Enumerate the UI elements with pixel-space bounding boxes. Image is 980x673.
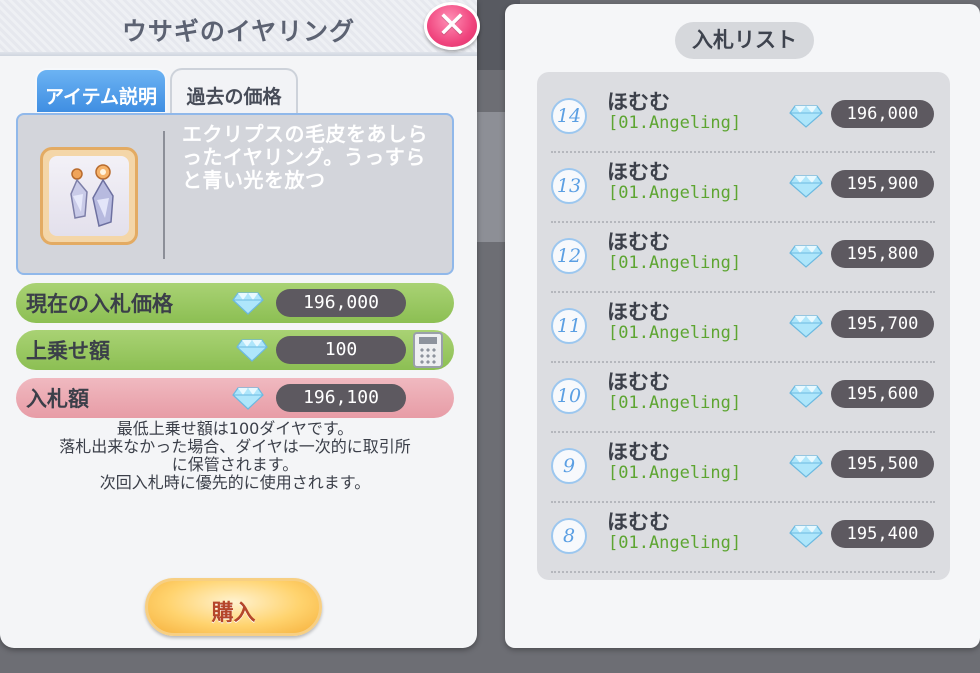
increment-value[interactable]: 100 — [276, 336, 406, 364]
bidder-guild: [01.Angeling] — [608, 533, 742, 553]
bidder-guild: [01.Angeling] — [608, 183, 742, 203]
bid-list-item: 14 ほむむ [01.Angeling] 196,000 — [537, 82, 950, 153]
row-divider — [551, 571, 935, 573]
description-divider — [163, 131, 165, 259]
diamond-icon — [232, 387, 264, 410]
buy-button[interactable]: 購入 — [145, 578, 322, 636]
bidder-name: ほむむ — [607, 300, 670, 324]
bid-list-item: 12 ほむむ [01.Angeling] 195,800 — [537, 222, 950, 293]
dialog-title: ウサギのイヤリング — [121, 17, 356, 46]
tab-past-prices[interactable]: 過去の価格 — [170, 68, 298, 114]
increment-label: 上乗せ額 — [26, 339, 110, 363]
bidder-guild: [01.Angeling] — [608, 463, 742, 483]
diamond-icon — [789, 105, 823, 128]
bidder-name: ほむむ — [607, 90, 670, 114]
tab-item-description[interactable]: アイテム説明 — [35, 68, 167, 114]
item-dialog: ウサギのイヤリング アイテム説明 過去の価格 エクリプスの毛皮をあしらったイヤリ… — [0, 0, 477, 648]
item-description-box: エクリプスの毛皮をあしらったイヤリング。うっすらと青い光を放つ — [16, 113, 454, 275]
bid-rank-badge: 10 — [551, 378, 587, 414]
bid-list-item: 13 ほむむ [01.Angeling] 195,900 — [537, 152, 950, 223]
increment-row: 上乗せ額 100 — [16, 330, 454, 370]
bid-list-panel: 入札リスト 14 ほむむ [01.Angeling] 196,000 13 ほむむ [01.… — [505, 4, 980, 648]
bid-amount: 195,900 — [831, 170, 934, 198]
bid-amount: 195,400 — [831, 520, 934, 548]
bid-amount-value: 196,100 — [276, 384, 406, 412]
bid-notes: 最低上乗せ額は100ダイヤです。 落札出来なかった場合、ダイヤは一次的に取引所 … — [0, 420, 470, 492]
bidder-name: ほむむ — [607, 440, 670, 464]
close-button[interactable]: ✕ — [424, 2, 480, 50]
close-icon: ✕ — [436, 5, 468, 46]
note-line: 最低上乗せ額は100ダイヤです。 — [116, 419, 354, 438]
bidder-name: ほむむ — [607, 230, 670, 254]
diamond-icon — [789, 525, 823, 548]
item-icon-frame — [40, 147, 138, 245]
bid-rank-badge: 9 — [551, 448, 587, 484]
diamond-icon — [789, 175, 823, 198]
diamond-icon — [232, 292, 264, 315]
bid-rank-badge: 14 — [551, 98, 587, 134]
bidder-guild: [01.Angeling] — [608, 113, 742, 133]
earring-icon — [70, 164, 114, 227]
bid-amount: 195,800 — [831, 240, 934, 268]
bid-amount: 196,000 — [831, 100, 934, 128]
diamond-icon — [789, 385, 823, 408]
calculator-icon[interactable] — [413, 332, 443, 368]
bid-amount-label: 入札額 — [26, 387, 89, 411]
bidder-name: ほむむ — [607, 160, 670, 184]
diamond-icon — [789, 245, 823, 268]
bidder-guild: [01.Angeling] — [608, 393, 742, 413]
bid-list[interactable]: 14 ほむむ [01.Angeling] 196,000 13 ほむむ [01.Angeli… — [537, 72, 950, 580]
diamond-icon — [236, 339, 268, 362]
diamond-icon — [789, 455, 823, 478]
note-line: 次回入札時に優先的に使用されます。 — [99, 473, 371, 492]
bid-list-item: 9 ほむむ [01.Angeling] 195,500 — [537, 432, 950, 503]
item-description-text: エクリプスの毛皮をあしらったイヤリング。うっすらと青い光を放つ — [182, 122, 428, 192]
diamond-icon — [789, 315, 823, 338]
note-line: に保管されます。 — [171, 455, 299, 474]
bid-rank-badge: 13 — [551, 168, 587, 204]
bid-rank-badge: 11 — [551, 308, 587, 344]
bid-amount: 195,600 — [831, 380, 934, 408]
bid-list-item: 11 ほむむ [01.Angeling] 195,700 — [537, 292, 950, 363]
bid-list-item: 8 ほむむ [01.Angeling] 195,400 — [537, 502, 950, 573]
bid-list-item: 10 ほむむ [01.Angeling] 195,600 — [537, 362, 950, 433]
current-bid-label: 現在の入札価格 — [26, 292, 173, 316]
bidder-guild: [01.Angeling] — [608, 323, 742, 343]
bid-amount-row: 入札額 196,100 — [16, 378, 454, 418]
bid-rank-badge: 8 — [551, 518, 587, 554]
current-bid-value: 196,000 — [276, 289, 406, 317]
bidder-guild: [01.Angeling] — [608, 253, 742, 273]
bid-rank-badge: 12 — [551, 238, 587, 274]
bid-amount: 195,500 — [831, 450, 934, 478]
note-line: 落札出来なかった場合、ダイヤは一次的に取引所 — [59, 437, 411, 456]
bid-amount: 195,700 — [831, 310, 934, 338]
bid-list-title: 入札リスト — [675, 22, 814, 59]
buy-button-label: 購入 — [211, 601, 256, 626]
current-bid-row: 現在の入札価格 196,000 — [16, 283, 454, 323]
bidder-name: ほむむ — [607, 370, 670, 394]
bidder-name: ほむむ — [607, 510, 670, 534]
